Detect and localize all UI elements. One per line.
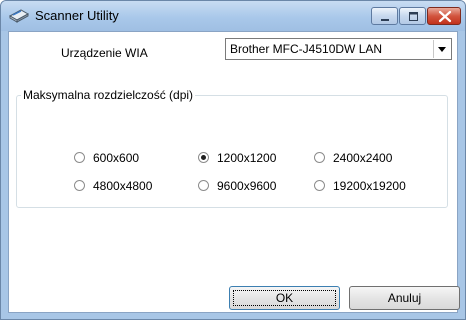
radio-label: 19200x19200	[333, 179, 406, 193]
radio-indicator	[74, 180, 85, 191]
minimize-button[interactable]	[371, 7, 398, 25]
scanner-icon	[8, 8, 30, 24]
device-dropdown-value: Brother MFC-J4510DW LAN	[230, 42, 383, 56]
window-title: Scanner Utility	[35, 8, 119, 23]
radio-label: 1200x1200	[217, 151, 277, 165]
close-button[interactable]	[427, 7, 461, 25]
radio-label: 9600x9600	[217, 179, 277, 193]
chevron-down-icon[interactable]	[433, 40, 450, 58]
radio-label: 2400x2400	[333, 151, 393, 165]
device-label: Urządzenie WIA	[61, 46, 148, 60]
cancel-button[interactable]: Anuluj	[349, 286, 460, 310]
radio-indicator	[314, 180, 325, 191]
close-icon	[438, 10, 452, 23]
minimize-icon	[381, 19, 389, 21]
radio-label: 600x600	[93, 151, 140, 165]
device-dropdown[interactable]: Brother MFC-J4510DW LAN	[225, 38, 452, 60]
title-bar[interactable]: Scanner Utility	[1, 1, 465, 31]
radio-indicator	[74, 152, 85, 163]
radio-indicator	[314, 152, 325, 163]
resolution-group-title: Maksymalna rozdzielczość (dpi)	[21, 88, 196, 102]
maximize-icon	[409, 12, 418, 21]
ok-button-label: OK	[233, 290, 336, 306]
ok-button[interactable]: OK	[229, 286, 340, 310]
radio-indicator	[198, 152, 209, 163]
radio-label: 4800x4800	[93, 179, 153, 193]
scanner-utility-window: Scanner Utility Urządzenie WIA Brother M…	[0, 0, 466, 320]
maximize-button[interactable]	[399, 7, 426, 25]
radio-indicator	[198, 180, 209, 191]
